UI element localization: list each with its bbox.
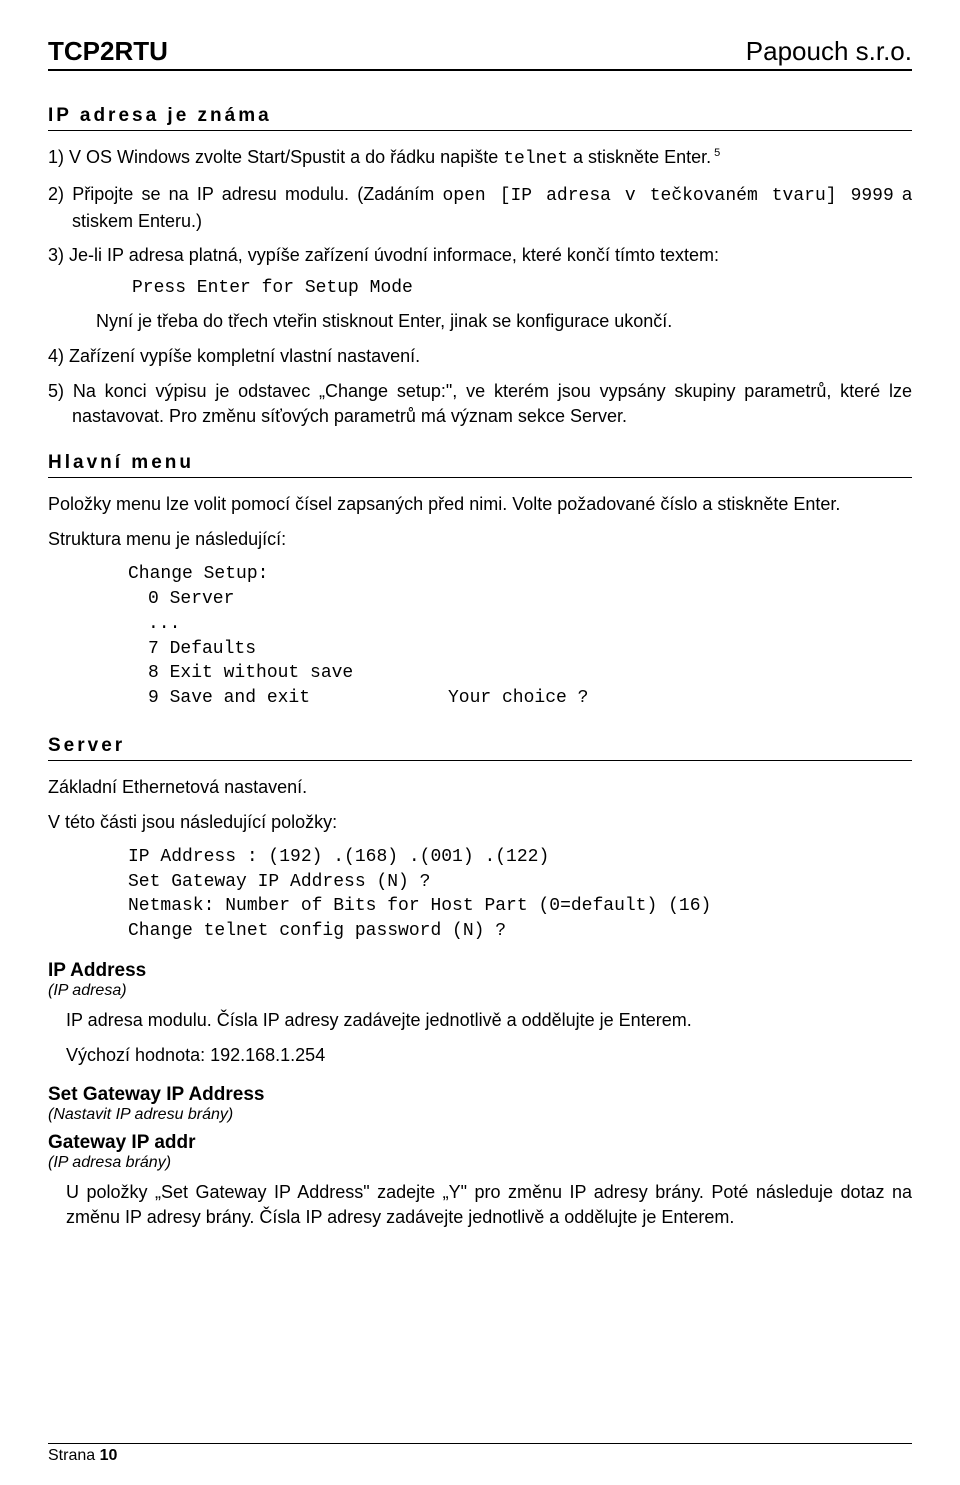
paragraph: IP adresa modulu. Čísla IP adresy zadáve…	[66, 1008, 912, 1033]
server-config-block: IP Address : (192) .(168) .(001) .(122) …	[128, 845, 912, 944]
definition-title-gateway-addr: Gateway IP addr	[48, 1132, 912, 1154]
page: TCP2RTU Papouch s.r.o. IP adresa je znám…	[0, 0, 960, 1485]
text: Nyní je třeba do třech vteřin stisknout …	[96, 309, 912, 334]
text: 3) Je-li IP adresa platná, vypíše zaříze…	[48, 245, 719, 265]
paragraph: Základní Ethernetová nastavení.	[48, 775, 912, 800]
inline-code: open [IP adresa v tečkovaném tvaru] 9999	[442, 186, 893, 206]
code-line: ...	[148, 612, 912, 637]
code-line: Press Enter for Setup Mode	[132, 276, 912, 301]
section-heading-server: Server	[48, 735, 912, 761]
definition-body: U položky „Set Gateway IP Address" zadej…	[66, 1180, 912, 1230]
definition-subtitle: (Nastavit IP adresu brány)	[48, 1106, 912, 1124]
paragraph: Struktura menu je následující:	[48, 527, 912, 552]
code-line: 8 Exit without save	[148, 661, 912, 686]
inline-code: telnet	[503, 149, 568, 169]
footnote-ref: 5	[711, 147, 720, 159]
list-item: 1) V OS Windows zvolte Start/Spustit a d…	[72, 145, 912, 172]
text: a stiskněte Enter.	[568, 147, 711, 167]
footer-page-label: Strana	[48, 1447, 100, 1464]
code-line: Your choice ?	[448, 686, 912, 711]
code-line: 0 Server	[148, 587, 912, 612]
definition-title-ip-address: IP Address	[48, 960, 912, 982]
definition-body: IP adresa modulu. Čísla IP adresy zadáve…	[66, 1008, 912, 1068]
page-footer: Strana 10	[48, 1443, 912, 1465]
list-item: 3) Je-li IP adresa platná, vypíše zaříze…	[72, 243, 912, 333]
code-line: IP Address : (192) .(168) .(001) .(122)	[128, 845, 912, 870]
menu-structure-block: Change Setup: 0 Server ... 7 Defaults 8 …	[128, 562, 912, 711]
header-title-left: TCP2RTU	[48, 36, 168, 67]
paragraph: V této části jsou následující položky:	[48, 810, 912, 835]
definition-subtitle: (IP adresa brány)	[48, 1154, 912, 1172]
list-item: 4) Zařízení vypíše kompletní vlastní nas…	[72, 344, 912, 369]
code-line: 9 Save and exit	[148, 686, 448, 711]
code-line: Netmask: Number of Bits for Host Part (0…	[128, 894, 912, 919]
definition-subtitle: (IP adresa)	[48, 982, 912, 1000]
header-title-right: Papouch s.r.o.	[746, 36, 912, 67]
list-item: 2) Připojte se na IP adresu modulu. (Zad…	[72, 182, 912, 234]
code-line: Change telnet config password (N) ?	[128, 919, 912, 944]
footer-page-number: 10	[100, 1447, 118, 1464]
paragraph: Položky menu lze volit pomocí čísel zaps…	[48, 492, 912, 517]
code-line: Change Setup:	[128, 562, 912, 587]
code-line: Set Gateway IP Address (N) ?	[128, 870, 912, 895]
section-heading-main-menu: Hlavní menu	[48, 452, 912, 478]
list-item: 5) Na konci výpisu je odstavec „Change s…	[72, 379, 912, 429]
definition-title-set-gateway: Set Gateway IP Address	[48, 1084, 912, 1106]
text: 1) V OS Windows zvolte Start/Spustit a d…	[48, 147, 503, 167]
paragraph: U položky „Set Gateway IP Address" zadej…	[66, 1180, 912, 1230]
paragraph: Výchozí hodnota: 192.168.1.254	[66, 1043, 912, 1068]
page-header: TCP2RTU Papouch s.r.o.	[48, 36, 912, 71]
section-heading-ip-known: IP adresa je známa	[48, 105, 912, 131]
code-line: 7 Defaults	[148, 637, 912, 662]
text: 2) Připojte se na IP adresu modulu. (Zad…	[48, 184, 442, 204]
numbered-list: 1) V OS Windows zvolte Start/Spustit a d…	[48, 145, 912, 428]
